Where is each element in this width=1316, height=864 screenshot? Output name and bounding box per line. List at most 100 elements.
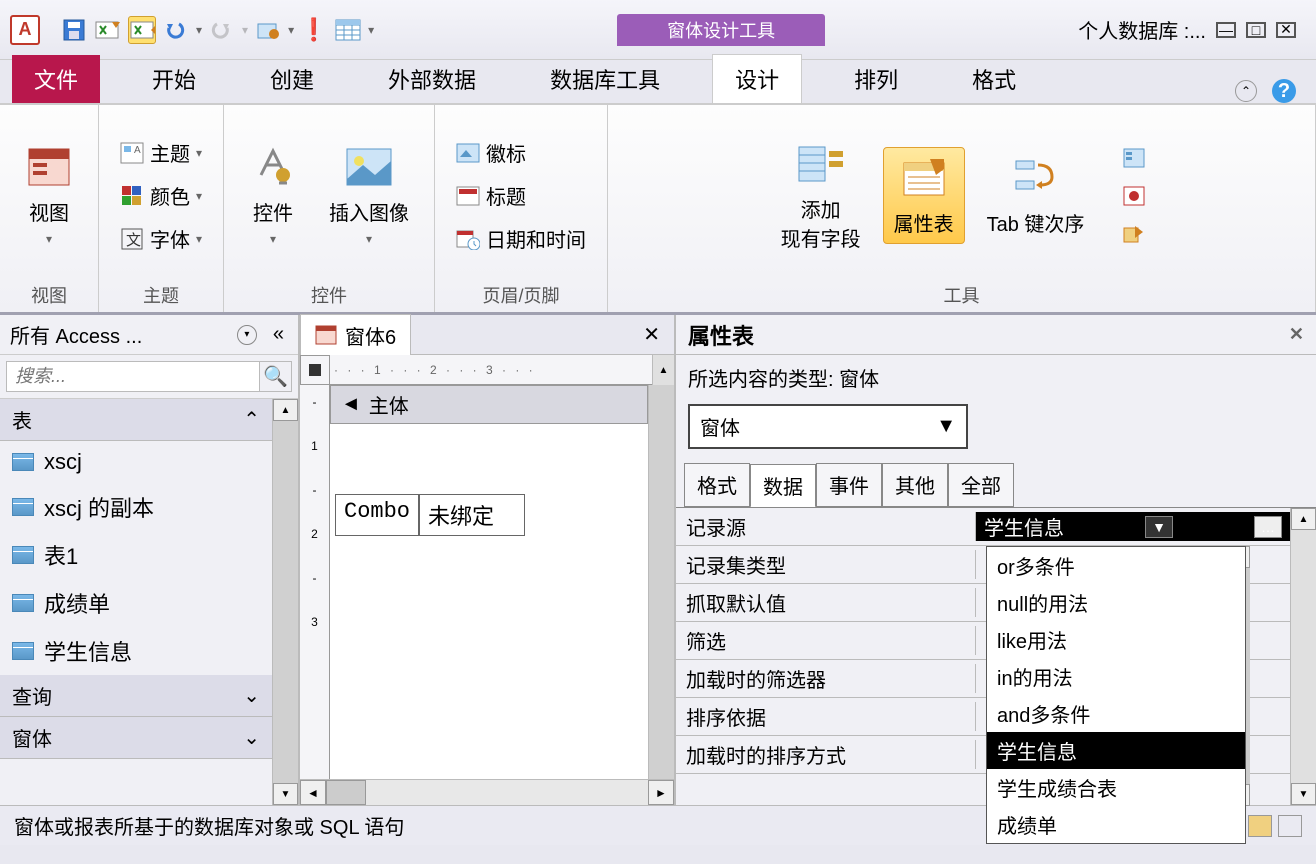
view-switch-icon[interactable]	[1248, 815, 1272, 837]
nav-collapse-icon[interactable]: «	[269, 323, 288, 346]
prop-tab-data[interactable]: 数据	[750, 464, 816, 508]
table-icon[interactable]	[334, 16, 362, 44]
scroll-left-icon[interactable]: ◄	[300, 780, 326, 805]
design-hscroll[interactable]: ◄ ►	[300, 779, 674, 805]
export-excel-icon[interactable]	[94, 16, 122, 44]
builder-button[interactable]: …	[1254, 516, 1282, 538]
prop-tab-other[interactable]: 其他	[882, 463, 948, 507]
record-source-dropdown[interactable]: or多条件null的用法like用法in的用法and多条件学生信息学生成绩合表成…	[986, 546, 1246, 844]
nav-item[interactable]: 表1	[0, 531, 272, 579]
prop-row[interactable]: 记录源学生信息▼…	[676, 508, 1290, 546]
combo-field[interactable]: 未绑定	[419, 494, 525, 536]
tool-extra-3[interactable]	[1116, 220, 1152, 248]
prop-tab-event[interactable]: 事件	[816, 463, 882, 507]
design-vscroll-up[interactable]: ▲	[652, 355, 674, 385]
ruler-vertical[interactable]: -1-2-3	[300, 385, 330, 779]
view-switch-icon-2[interactable]	[1278, 815, 1302, 837]
nav-section-tables[interactable]: 表⌃	[0, 399, 272, 441]
view-button[interactable]: 视图▾	[15, 137, 83, 255]
group-controls: 控件▾ 插入图像▾ 控件	[224, 105, 435, 312]
dropdown-option[interactable]: 学生成绩合表	[987, 769, 1245, 806]
qat-dd-1[interactable]: ▾	[288, 23, 294, 37]
tab-design[interactable]: 设计	[712, 54, 802, 103]
theme-button[interactable]: A主题 ▾	[114, 136, 208, 169]
prop-scroll[interactable]: ▲▼	[1290, 508, 1316, 805]
help-icon[interactable]: ?	[1272, 79, 1296, 103]
design-grid[interactable]: Combo 未绑定	[330, 424, 648, 724]
tab-home[interactable]: 开始	[130, 55, 218, 103]
dropdown-option[interactable]: 成绩单	[987, 806, 1245, 843]
dropdown-option[interactable]: 学生信息	[987, 732, 1245, 769]
undo-icon[interactable]	[162, 16, 190, 44]
tab-arrange[interactable]: 排列	[832, 55, 920, 103]
add-fields-label: 添加 现有字段	[781, 194, 861, 252]
datetime-button[interactable]: 日期和时间	[450, 222, 592, 255]
prop-value[interactable]: 学生信息▼…	[976, 512, 1290, 541]
search-icon[interactable]: 🔍	[260, 361, 292, 392]
tab-order-button[interactable]: Tab 键次序	[977, 148, 1095, 243]
section-body-header[interactable]: ◄ 主体	[330, 385, 648, 424]
tab-format[interactable]: 格式	[950, 55, 1038, 103]
prop-key: 排序依据	[676, 702, 976, 731]
nav-menu-icon[interactable]: ▾	[237, 325, 257, 345]
insert-image-icon	[345, 143, 393, 191]
prop-close-icon[interactable]: ✕	[1289, 324, 1304, 345]
dropdown-option[interactable]: null的用法	[987, 584, 1245, 621]
nav-item[interactable]: 成绩单	[0, 579, 272, 627]
ruler-horizontal[interactable]: · · · 1 · · · 2 · · · 3 · · ·	[330, 355, 652, 385]
combo-label[interactable]: Combo	[335, 494, 419, 536]
minimize-icon[interactable]: —	[1216, 22, 1236, 38]
tab-order-label: Tab 键次序	[987, 208, 1085, 237]
tab-create[interactable]: 创建	[248, 55, 336, 103]
tab-dbtools[interactable]: 数据库工具	[528, 55, 682, 103]
ribbon-collapse-icon[interactable]: ⌃	[1235, 80, 1257, 102]
combobox-control[interactable]: Combo 未绑定	[335, 494, 525, 536]
prop-tab-all[interactable]: 全部	[948, 463, 1014, 507]
qat-icon-1[interactable]	[254, 16, 282, 44]
fonts-button[interactable]: 文字体 ▾	[114, 222, 208, 255]
view-label: 视图▾	[29, 197, 69, 249]
nav-item[interactable]: 学生信息	[0, 627, 272, 675]
tab-external[interactable]: 外部数据	[366, 55, 498, 103]
nav-scrollbar[interactable]: ▲▼	[272, 399, 298, 805]
qat-customize-icon[interactable]: ▾	[368, 23, 374, 37]
design-vscroll[interactable]	[648, 385, 674, 779]
import-excel-icon[interactable]	[128, 16, 156, 44]
dropdown-option[interactable]: like用法	[987, 621, 1245, 658]
nav-item[interactable]: xscj	[0, 441, 272, 483]
dropdown-option[interactable]: or多条件	[987, 547, 1245, 584]
scroll-right-icon[interactable]: ►	[648, 780, 674, 805]
controls-button[interactable]: 控件▾	[239, 137, 307, 255]
redo-icon[interactable]	[208, 16, 236, 44]
colors-button[interactable]: 颜色 ▾	[114, 179, 208, 212]
search-input[interactable]	[6, 361, 260, 392]
redo-dropdown-icon[interactable]: ▾	[242, 23, 248, 37]
dropdown-arrow-icon[interactable]: ▼	[1145, 516, 1173, 538]
prop-object-selector[interactable]: 窗体▼	[688, 404, 968, 449]
tab-file[interactable]: 文件	[12, 55, 100, 103]
insert-image-button[interactable]: 插入图像▾	[319, 137, 419, 255]
close-icon[interactable]: ✕	[1276, 22, 1296, 38]
nav-section-forms[interactable]: 窗体⌄	[0, 717, 272, 759]
save-icon[interactable]	[60, 16, 88, 44]
tool-extra-2[interactable]	[1116, 182, 1152, 210]
nav-section-queries[interactable]: 查询⌄	[0, 675, 272, 717]
prop-tab-format[interactable]: 格式	[684, 463, 750, 507]
title-button[interactable]: 标题	[450, 179, 592, 212]
ruler-corner[interactable]	[300, 355, 330, 385]
maximize-icon[interactable]: □	[1246, 22, 1266, 38]
alert-icon[interactable]: ❗	[300, 16, 328, 44]
ribbon: 视图▾ 视图 A主题 ▾ 颜色 ▾ 文字体 ▾ 主题 控件▾ 插入图像▾ 控件	[0, 105, 1316, 315]
design-tab[interactable]: 窗体6	[300, 314, 411, 356]
nav-title[interactable]: 所有 Access ...	[10, 320, 237, 349]
logo-button[interactable]: 徽标	[450, 136, 592, 169]
nav-item[interactable]: xscj 的副本	[0, 483, 272, 531]
dropdown-option[interactable]: and多条件	[987, 695, 1245, 732]
design-close-icon[interactable]: ✕	[629, 322, 674, 347]
group-themes-label: 主题	[143, 278, 179, 308]
tool-extra-1[interactable]	[1116, 144, 1152, 172]
add-fields-button[interactable]: 添加 现有字段	[771, 134, 871, 258]
undo-dropdown-icon[interactable]: ▾	[196, 23, 202, 37]
dropdown-option[interactable]: in的用法	[987, 658, 1245, 695]
property-sheet-button[interactable]: 属性表	[883, 147, 965, 244]
